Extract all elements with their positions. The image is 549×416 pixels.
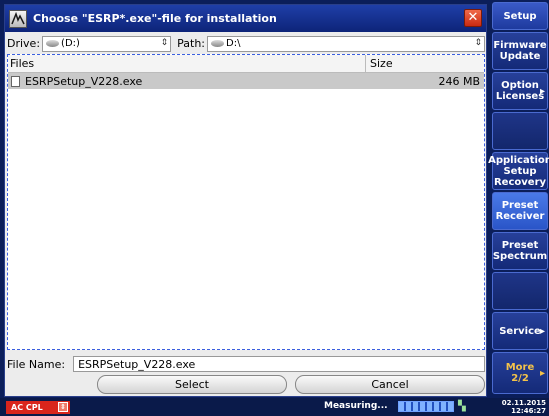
softkey-label: Setup [503,165,537,177]
date: 02.11.2015 [501,399,546,407]
date-time: 02.11.2015 12:46:27 [502,399,546,415]
softkey-empty[interactable] [492,272,548,310]
app-icon [9,9,27,28]
file-size: 246 MB [438,74,480,88]
softkey-more[interactable]: More 2/2 ▸ [492,352,548,394]
dialog-titlebar: Choose "ESRP*.exe"-file for installation… [5,5,486,32]
updown-arrow-icon: ⇕ [58,401,68,412]
progress-fill [399,402,453,411]
softkey-panel: Setup Firmware Update Option Licenses ▸ … [488,0,549,398]
file-list-header: Files Size [8,55,484,73]
updown-arrow-icon: ⇕ [160,37,169,48]
column-header-files[interactable]: Files [8,55,366,72]
drive-select[interactable]: (D:) ⇕ [42,35,172,52]
submenu-arrow-icon: ▸ [539,325,545,337]
file-list[interactable]: Files Size ESRPSetup_V228.exe 246 MB [7,54,485,350]
drive-label: Drive: [7,37,41,50]
softkey-label: Firmware [493,40,547,51]
softkey-preset-spectrum[interactable]: Preset Spectrum [492,232,548,270]
time: 12:46:27 [511,407,546,415]
network-icon: ▚ [458,401,466,412]
softkey-label: Recovery [493,176,547,188]
softkey-label: Service [499,325,541,337]
disk-icon [46,40,60,47]
drive-value: (D:) [61,38,80,49]
softkey-label: Application [488,154,549,166]
softkey-label: More [505,362,535,373]
softkey-label: Receiver [495,211,545,222]
softkey-label: Option [501,80,539,91]
softkey-option-licenses[interactable]: Option Licenses ▸ [492,72,548,110]
ac-coupling-label: AC CPL [11,402,43,412]
path-select[interactable]: D:\ ⇕ [207,35,485,52]
softkey-label: 2/2 [511,373,529,384]
select-button[interactable]: Select [97,375,287,394]
progress-bar [398,401,454,412]
disk-icon [211,40,225,47]
softkey-label: Licenses [495,91,545,102]
dialog-title: Choose "ESRP*.exe"-file for installation [33,12,277,25]
updown-arrow-icon: ⇕ [474,37,482,48]
softkey-label: Preset [501,240,539,251]
path-bar: Drive: (D:) ⇕ Path: D:\ ⇕ [7,35,485,52]
file-name-label: File Name: [7,357,66,371]
measuring-status: Measuring... [324,401,388,411]
cancel-button[interactable]: Cancel [295,375,485,394]
softkey-label: Spectrum [492,251,548,262]
softkey-label: Preset [501,200,539,211]
softkey-empty[interactable] [492,112,548,150]
column-header-size[interactable]: Size [366,57,484,70]
softkey-setup[interactable]: Setup [492,2,548,30]
file-icon [11,75,20,87]
file-name: ESRPSetup_V228.exe [25,74,143,88]
status-bar: AC CPL ⇕ Measuring... ▚ 02.11.2015 12:46… [0,398,549,416]
submenu-arrow-icon: ▸ [539,367,545,379]
path-value: D:\ [226,38,241,49]
submenu-arrow-icon: ▸ [539,85,545,97]
path-label: Path: [177,37,206,50]
close-icon[interactable]: ✕ [464,9,482,27]
file-chooser-dialog: Choose "ESRP*.exe"-file for installation… [4,4,487,397]
softkey-preset-receiver[interactable]: Preset Receiver [492,192,548,230]
softkey-label: Setup [503,10,537,22]
softkey-label: Update [499,51,541,62]
softkey-firmware-update[interactable]: Firmware Update [492,32,548,70]
file-name-row: File Name: ESRPSetup_V228.exe [7,355,485,373]
dialog-buttons: Select Cancel [7,375,485,395]
ac-coupling-indicator[interactable]: AC CPL ⇕ [6,400,70,414]
softkey-service[interactable]: Service ▸ [492,312,548,350]
softkey-application-setup-recovery[interactable]: Application Setup Recovery [488,152,549,190]
instrument-screen: Choose "ESRP*.exe"-file for installation… [0,0,549,416]
file-row[interactable]: ESRPSetup_V228.exe 246 MB [8,73,484,89]
file-name-input[interactable]: ESRPSetup_V228.exe [73,356,485,372]
